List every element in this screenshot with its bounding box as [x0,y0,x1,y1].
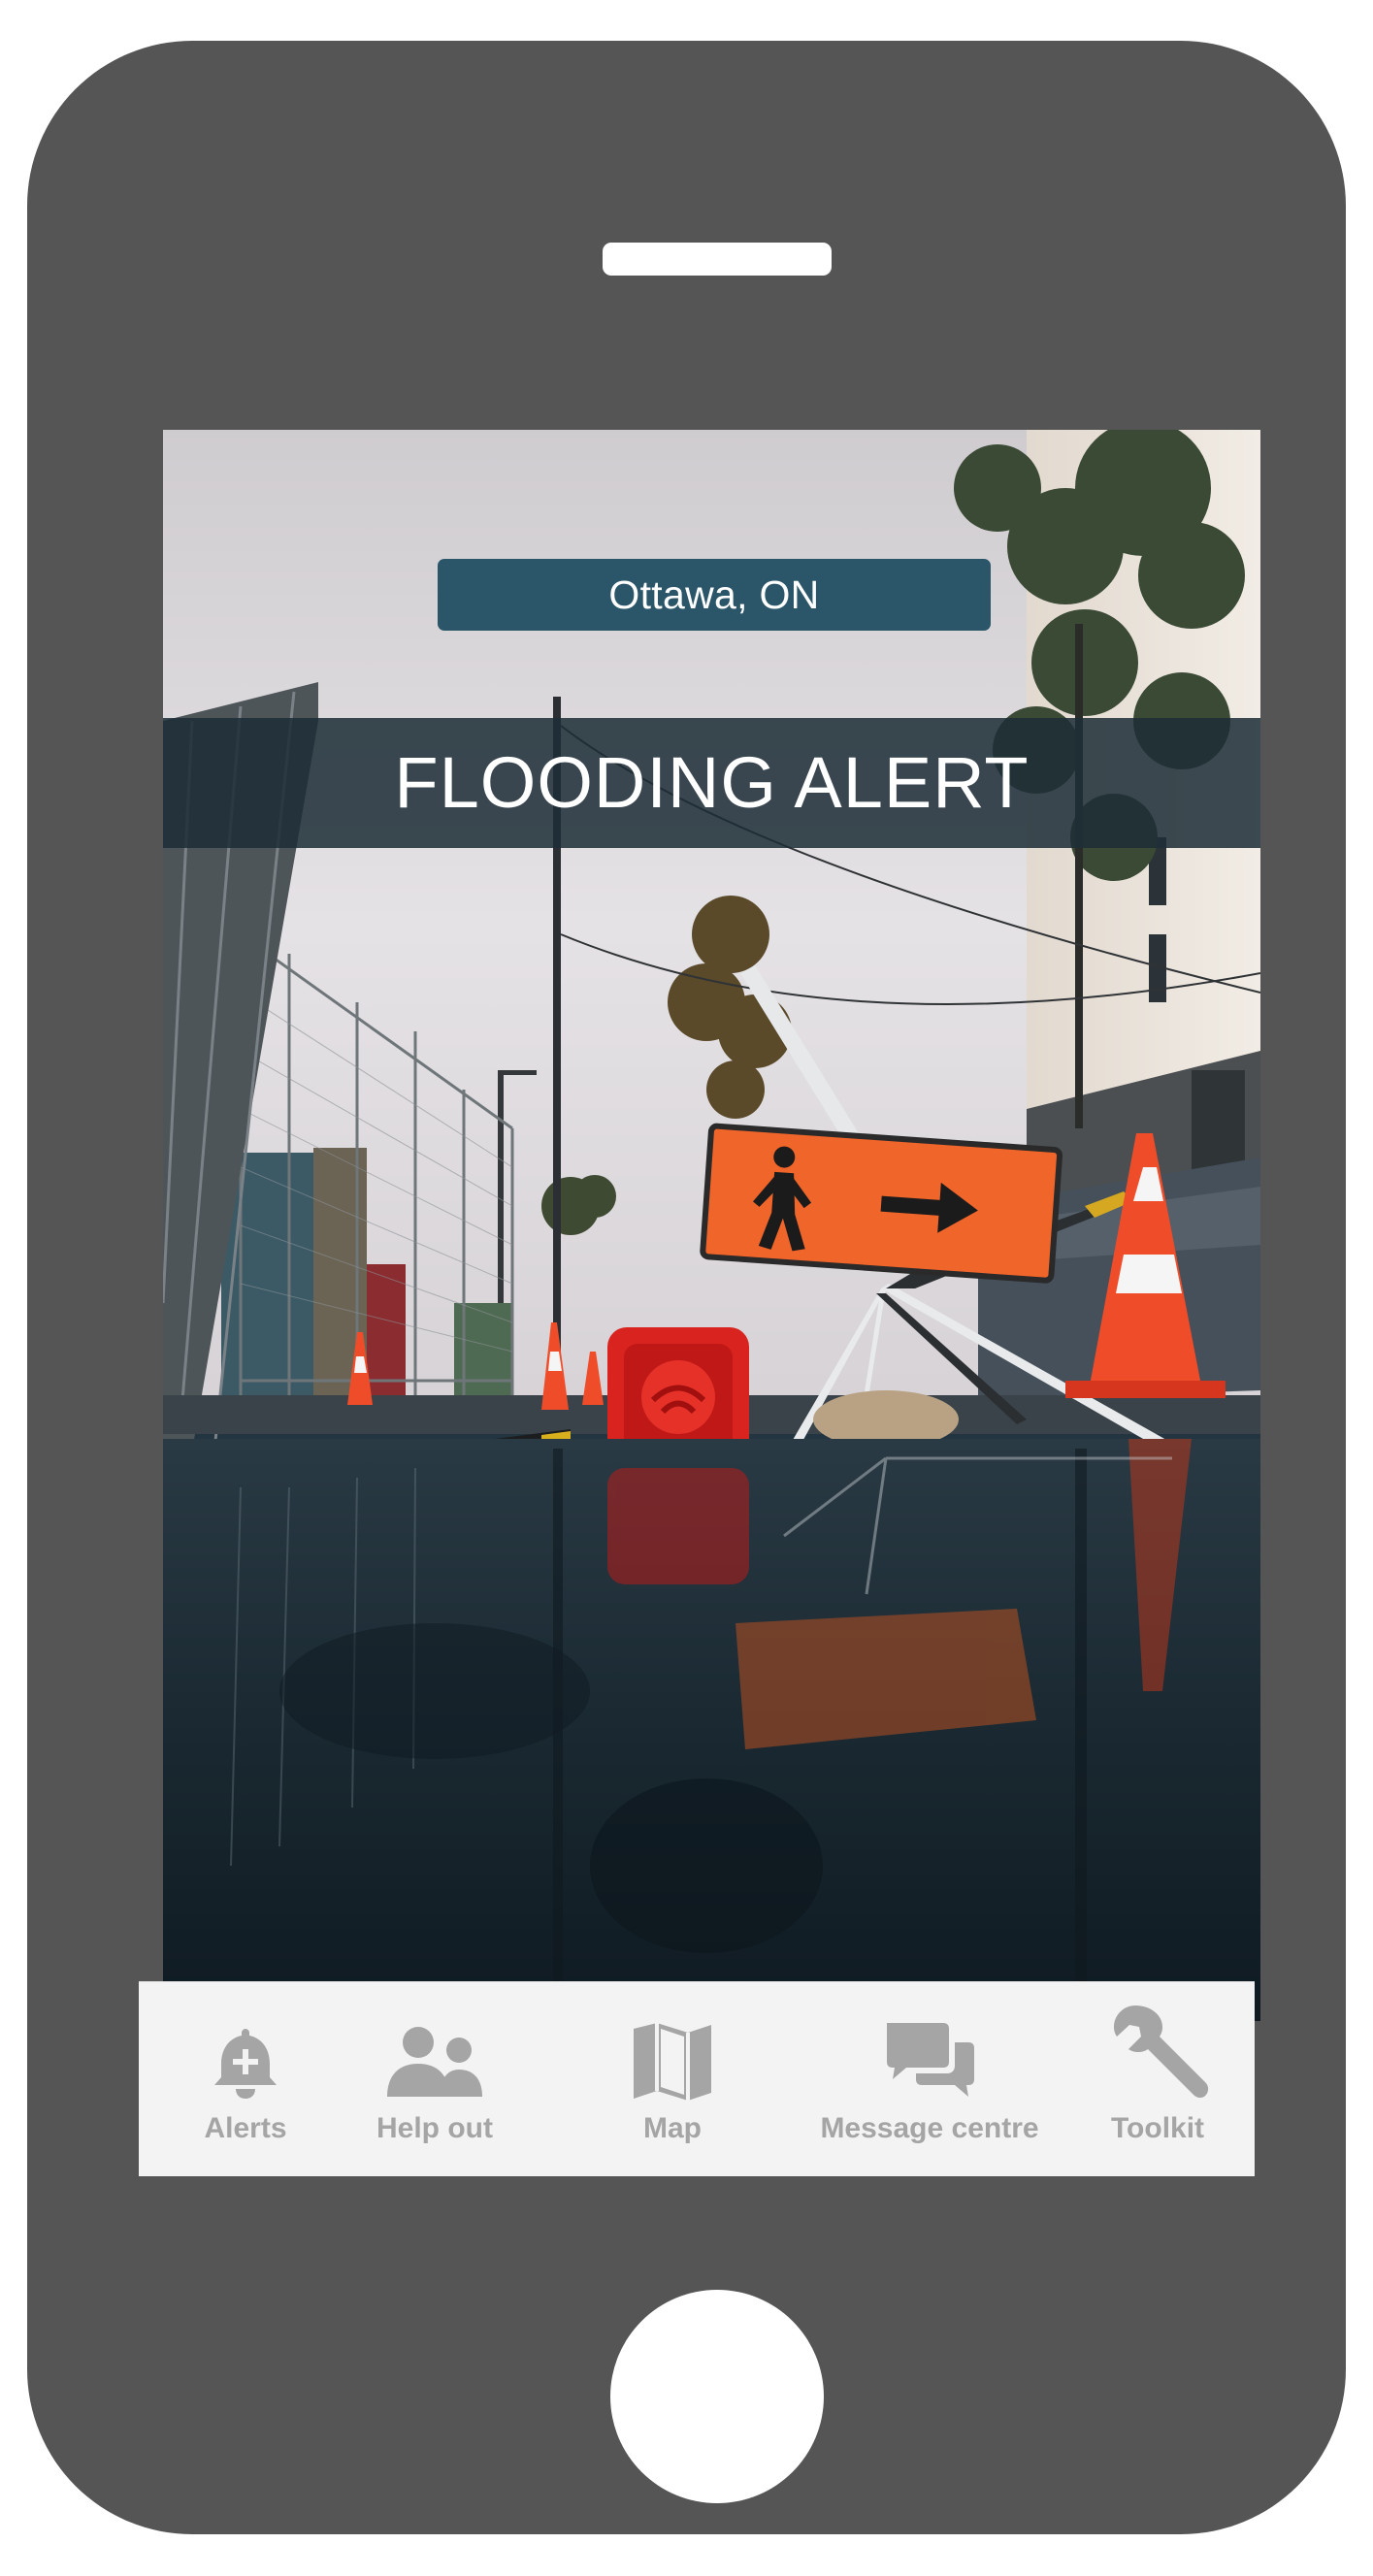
home-button[interactable] [610,2290,824,2503]
bell-plus-icon [209,2013,282,2101]
tab-alerts[interactable]: Alerts [168,1982,323,2176]
tab-map[interactable]: Map [595,1982,750,2176]
map-icon [632,2013,713,2101]
chat-icon [883,2013,976,2101]
tab-label-map: Map [643,2112,702,2144]
tab-label-help-out: Help out [376,2112,493,2144]
tab-help-out[interactable]: Help out [357,1982,512,2176]
wrench-icon [1106,2005,1209,2101]
tab-label-alerts: Alerts [204,2112,287,2144]
flood-hero-image [163,430,1260,2021]
tab-label-message-centre: Message centre [820,2112,1039,2144]
tab-toolkit[interactable]: Toolkit [1070,1982,1245,2176]
alert-title-banner: FLOODING ALERT [163,718,1260,848]
app-screen: Ottawa, ON FLOODING ALERT [163,430,1260,2021]
bottom-tab-bar: Alerts Help out Map Message centre Toolk… [139,1981,1255,2176]
people-icon [381,2013,488,2101]
tab-message-centre[interactable]: Message centre [808,1982,1051,2176]
phone-speaker [603,243,832,276]
tab-label-toolkit: Toolkit [1110,2112,1205,2144]
location-badge[interactable]: Ottawa, ON [438,559,991,631]
